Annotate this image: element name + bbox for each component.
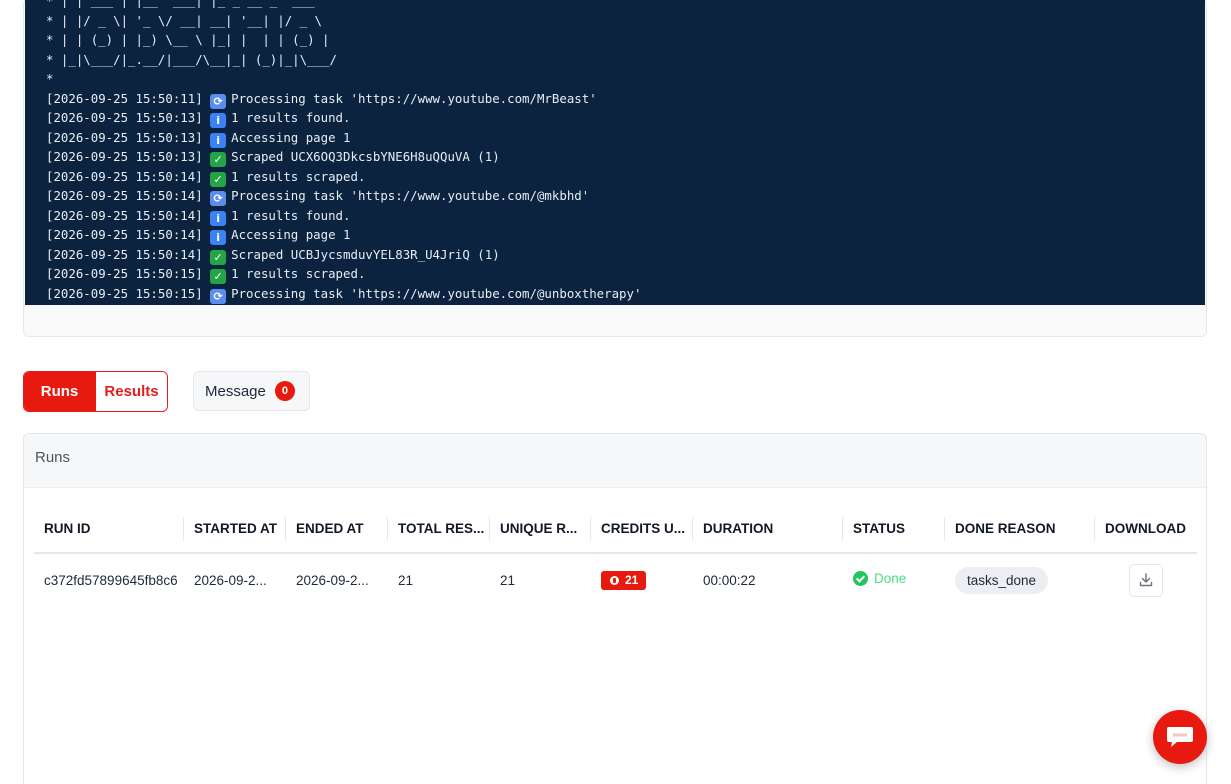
log-entry: [2026-09-25 15:50:14] ⟳ Processing task '…: [46, 186, 1205, 206]
ascii-art-line: * | | ___ | |__ ___| |_ _ __ _ ___: [46, 0, 315, 8]
check-circle-icon: [853, 571, 868, 586]
check-icon: ✓: [210, 152, 227, 167]
info-icon: i: [210, 210, 227, 226]
log-text: Scraped UCBJycsmduvYEL83R_U4JriQ (1): [231, 246, 500, 262]
log-text: Processing task 'https://www.youtube.com…: [231, 90, 597, 106]
log-text: Scraped UCX6OQ3DkcsbYNE6H8uQQuVA (1): [231, 149, 500, 164]
coin-icon: [610, 575, 619, 585]
cell-ended-at: 2026-09-2...: [296, 572, 369, 588]
log-terminal: * | | ___ | |__ ___| |_ _ __ _ ___ * | |…: [25, 0, 1205, 305]
processing-icon: ⟳: [210, 288, 227, 304]
runs-results-toggle: Runs Results: [23, 371, 168, 412]
log-text: 1 results found.: [231, 207, 351, 223]
log-time: [2026-09-25 15:50:11]: [46, 90, 203, 106]
cell-started-at: 2026-09-2...: [194, 572, 267, 588]
message-count-badge: 0: [274, 381, 295, 401]
log-time: [2026-09-25 15:50:14]: [46, 227, 203, 242]
table-header: RUN ID STARTED AT ENDED AT TOTAL RES... …: [34, 504, 1197, 554]
credits-badge: 21: [601, 570, 647, 590]
log-time: [2026-09-25 15:50:13]: [46, 129, 203, 145]
column-header-done-reason[interactable]: DONE REASON: [945, 504, 1095, 552]
cell-status: Done: [843, 571, 945, 589]
credits-value: 21: [625, 573, 639, 587]
column-header-run-id[interactable]: RUN ID: [34, 504, 184, 552]
cell-credits-used: 21: [591, 570, 693, 590]
check-icon: ✓: [210, 171, 227, 187]
column-header-download[interactable]: DOWNLOAD: [1095, 504, 1197, 552]
runs-panel-title: Runs: [24, 434, 1206, 488]
log-entry: [2026-09-25 15:50:13] i Accessing page 1: [46, 128, 1205, 148]
column-header-status[interactable]: STATUS: [843, 504, 945, 552]
ascii-art-line: * | |/ _ \| '_ \/ __| __| '__| |/ _ \: [46, 12, 323, 28]
column-header-ended-at[interactable]: ENDED AT: [286, 504, 388, 552]
ascii-art-line: *: [46, 71, 54, 86]
info-icon: i: [210, 113, 227, 128]
download-icon: [1139, 573, 1153, 587]
cell-duration: 00:00:22: [703, 572, 756, 588]
log-time: [2026-09-25 15:50:15]: [46, 285, 203, 301]
log-time: [2026-09-25 15:50:14]: [46, 168, 203, 184]
info-icon: i: [210, 230, 227, 245]
tab-runs[interactable]: Runs: [24, 372, 95, 411]
ascii-art-line: * | | (_) | |_) \__ \ |_| | | | (_) |: [46, 32, 330, 47]
log-time: [2026-09-25 15:50:13]: [46, 110, 203, 125]
column-header-credits-used[interactable]: CREDITS U...: [591, 504, 693, 552]
log-time: [2026-09-25 15:50:14]: [46, 188, 203, 203]
download-button[interactable]: [1129, 563, 1163, 597]
column-header-unique-results[interactable]: UNIQUE R...: [490, 504, 591, 552]
info-icon: i: [210, 132, 227, 148]
check-icon: ✓: [210, 249, 227, 265]
column-header-total-results[interactable]: TOTAL RES...: [388, 504, 490, 552]
column-header-started-at[interactable]: STARTED AT: [184, 504, 286, 552]
status-text: Done: [874, 571, 907, 586]
cell-unique-results: 21: [500, 572, 516, 588]
runs-panel: Runs RUN ID STARTED AT ENDED AT TOTAL RE…: [23, 433, 1207, 784]
cell-run-id: c372fd57899645fb8c6: [44, 572, 178, 588]
processing-icon: ⟳: [210, 191, 227, 206]
column-header-duration[interactable]: DURATION: [693, 504, 843, 552]
ascii-art-line: * |_|\___/|_.__/|___/\__|_| (_)|_|\___/: [46, 51, 337, 67]
chat-button[interactable]: [1153, 710, 1207, 764]
check-icon: ✓: [210, 269, 227, 284]
log-text: Processing task 'https://www.youtube.com…: [231, 285, 642, 301]
log-time: [2026-09-25 15:50:14]: [46, 207, 203, 223]
log-time: [2026-09-25 15:50:14]: [46, 246, 203, 262]
log-time: [2026-09-25 15:50:13]: [46, 149, 203, 164]
log-entry: [2026-09-25 15:50:15] ⟳ Processing task '…: [46, 284, 1205, 304]
chat-icon: [1167, 727, 1193, 747]
log-text: Accessing page 1: [231, 129, 351, 145]
log-text: 1 results scraped.: [231, 266, 366, 281]
message-label: Message: [205, 382, 266, 400]
log-entry: [2026-09-25 15:50:13] i 1 results found.: [46, 108, 1205, 128]
log-entry: [2026-09-25 15:50:14] ✓ Scraped UCBJycsmd…: [46, 245, 1205, 265]
log-entry: [2026-09-25 15:50:14] i1 results found.: [46, 206, 1205, 226]
log-text: Processing task 'https://www.youtube.com…: [231, 188, 590, 203]
processing-icon: ⟳: [210, 93, 227, 109]
log-entry: [2026-09-25 15:50:11] ⟳ Processing task '…: [46, 89, 1205, 109]
runs-table: RUN ID STARTED AT ENDED AT TOTAL RES... …: [34, 504, 1197, 606]
done-reason-tag: tasks_done: [955, 566, 1049, 594]
log-entry: [2026-09-25 15:50:15] ✓ 1 results scraped…: [46, 264, 1205, 284]
log-entry: [2026-09-25 15:50:14] ✓ 1 results scraped…: [46, 167, 1205, 187]
cell-download: [1095, 563, 1197, 597]
log-text: 1 results found.: [231, 110, 351, 125]
cell-total-results: 21: [398, 572, 414, 588]
status-badge: Done: [853, 571, 906, 586]
cell-done-reason: tasks_done: [945, 566, 1095, 594]
page: * | | ___ | |__ ___| |_ _ __ _ ___ * | |…: [0, 0, 1231, 784]
log-entry: [2026-09-25 15:50:14] i Accessing page 1: [46, 225, 1205, 245]
log-text: Accessing page 1: [231, 227, 351, 242]
log-entry: [2026-09-25 15:50:13] ✓ Scraped UCX6OQ3Dk…: [46, 147, 1205, 167]
log-text: 1 results scraped.: [231, 168, 366, 184]
table-row[interactable]: c372fd57899645fb8c6 2026-09-2... 2026-09…: [34, 554, 1197, 606]
message-button[interactable]: Message 0: [193, 371, 310, 411]
log-time: [2026-09-25 15:50:15]: [46, 266, 203, 281]
tab-results[interactable]: Results: [95, 372, 167, 411]
